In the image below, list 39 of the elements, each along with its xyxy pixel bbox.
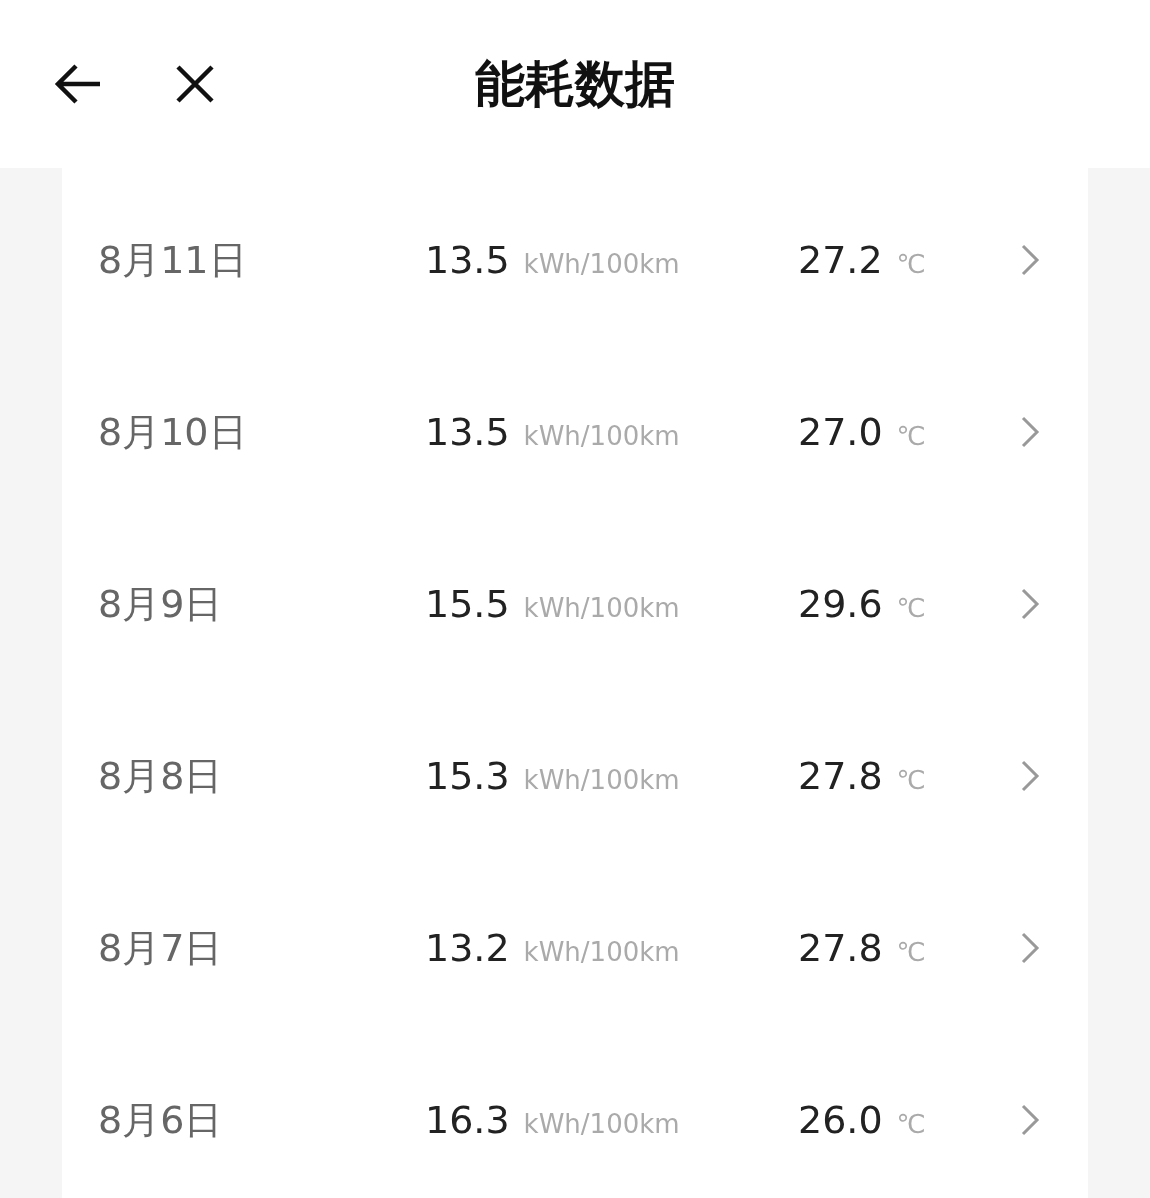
consumption-value: 16.3 [425,1098,510,1142]
temperature-unit: ℃ [896,1109,926,1139]
temperature-value: 29.6 [798,582,883,626]
temperature-value: 27.8 [798,926,883,970]
chevron-right-icon[interactable] [1020,759,1040,793]
consumption-value: 15.5 [425,582,510,626]
temperature-value: 27.8 [798,754,883,798]
consumption-value: 13.5 [425,238,510,282]
temperature-value: 27.0 [798,410,883,454]
close-icon[interactable] [176,65,214,103]
temperature-unit: ℃ [896,421,926,451]
consumption-value: 15.3 [425,754,510,798]
consumption-unit: kWh/100km [523,765,680,795]
date-label: 8月10日 [98,408,248,456]
date-label: 8月9日 [98,580,224,628]
consumption-value: 13.2 [425,926,510,970]
back-icon[interactable] [54,64,102,104]
chevron-right-icon[interactable] [1020,1103,1040,1137]
consumption-unit: kWh/100km [523,249,680,279]
consumption-unit: kWh/100km [523,937,680,967]
consumption-unit: kWh/100km [523,1109,680,1139]
temperature-unit: ℃ [896,765,926,795]
consumption-unit: kWh/100km [523,593,680,623]
consumption-value: 13.5 [425,410,510,454]
page-title: 能耗数据 [475,53,675,115]
temperature-unit: ℃ [896,937,926,967]
date-label: 8月7日 [98,924,224,972]
date-label: 8月11日 [98,236,248,284]
temperature-value: 27.2 [798,238,883,282]
chevron-right-icon[interactable] [1020,243,1040,277]
date-label: 8月6日 [98,1096,224,1144]
consumption-unit: kWh/100km [523,421,680,451]
chevron-right-icon[interactable] [1020,931,1040,965]
date-label: 8月8日 [98,752,224,800]
chevron-right-icon[interactable] [1020,587,1040,621]
temperature-unit: ℃ [896,593,926,623]
temperature-unit: ℃ [896,249,926,279]
chevron-right-icon[interactable] [1020,415,1040,449]
temperature-value: 26.0 [798,1098,883,1142]
